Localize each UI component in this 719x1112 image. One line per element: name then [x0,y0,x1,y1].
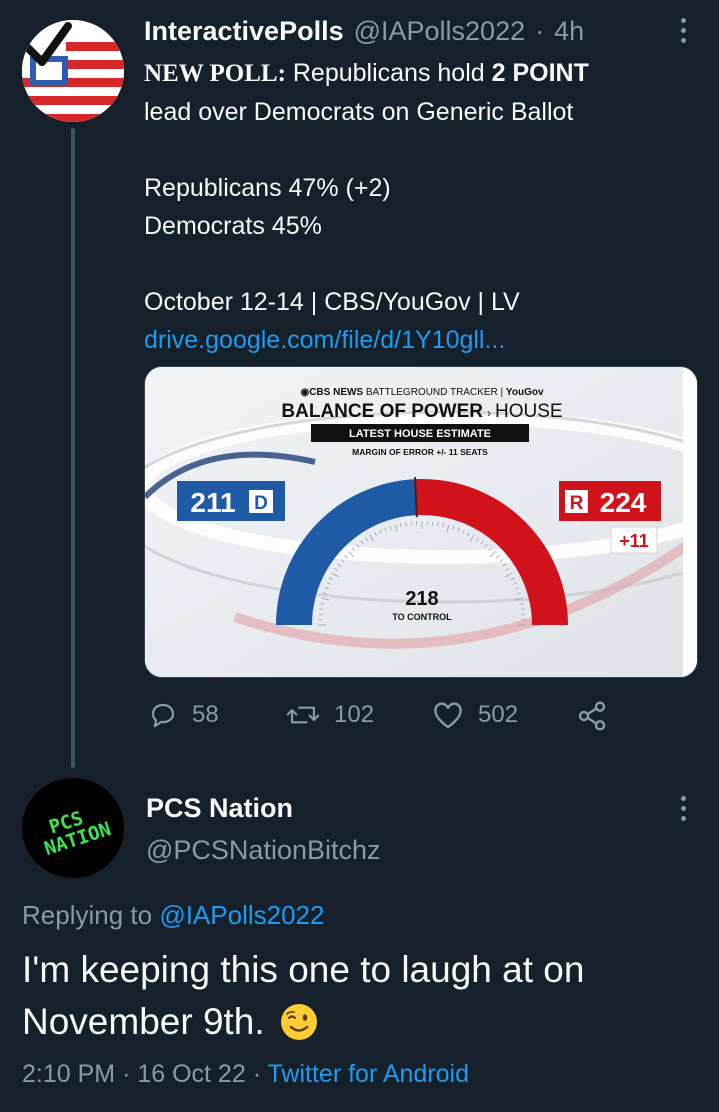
heart-icon [434,702,462,729]
control-label: TO CONTROL [392,612,452,622]
replying-label: Replying to [22,900,160,930]
tweet-line-2: lead over Democrats on Generic Ballot [144,98,574,126]
retweet-count: 102 [334,701,375,728]
dem-seats: 211 [190,487,235,518]
reply-line-1: I'm keeping this one to laugh at on [22,949,585,990]
more-icon[interactable] [676,18,690,43]
author-name[interactable]: InteractivePolls [144,16,344,47]
retweet-icon [286,706,320,724]
reply-icon [151,703,175,728]
tweet-line-5: October 12-14 | CBS/YouGov | LV [144,288,520,316]
tweet-line-1: NEW POLL: Republicans hold 2 POINT [144,54,704,93]
like-button[interactable]: 502 [432,700,518,730]
balance-of-power-graphic: ◉CBS NEWS BATTLEGROUND TRACKER | YouGov … [145,367,697,677]
tweet-text: NEW POLL: Republicans hold 2 POINT lead … [144,54,704,359]
graphic-title: BALANCE OF POWER › HOUSE [281,401,562,422]
poll-mid: Republicans hold [285,59,492,87]
reply-time[interactable]: 2:10 PM [22,1060,115,1088]
separator: · [535,16,545,46]
reply-handle-text[interactable]: @PCSNationBitchz [146,835,381,865]
reply-meta: 2:10 PM · 16 Oct 22 · Twitter for Androi… [22,1060,469,1089]
author-handle[interactable]: @IAPolls2022 [354,16,526,47]
more-icon[interactable] [676,796,690,821]
reply-line-2-text: November 9th. [22,1001,265,1042]
tweet-image[interactable]: ◉CBS NEWS BATTLEGROUND TRACKER | YouGov … [144,366,698,678]
replying-handle[interactable]: @IAPolls2022 [159,900,324,930]
author-avatar[interactable] [22,20,124,122]
like-count: 502 [478,701,519,728]
rep-change: +11 [619,531,649,551]
reply-date[interactable]: 16 Oct 22 [137,1060,245,1088]
reply-line-2: November 9th. [22,996,584,1048]
banner-text: LATEST HOUSE ESTIMATE [349,428,491,440]
pcs-nation-logo: PCS NATION [22,778,124,878]
brand-line: ◉CBS NEWS BATTLEGROUND TRACKER | YouGov [300,387,543,398]
retweet-button[interactable]: 102 [286,700,374,730]
poll-bold: 2 POINT [491,59,589,87]
reply-author-avatar[interactable]: PCS NATION [22,778,124,878]
reply-author-handle[interactable]: @PCSNationBitchz [146,835,381,866]
margin-text: MARGIN OF ERROR +/- 11 SEATS [352,447,488,457]
separator: · [252,1060,262,1088]
replying-to: Replying to @IAPolls2022 [22,900,324,931]
poll-lead: NEW POLL: [144,60,286,87]
interactivepolls-logo [22,20,124,122]
reply-count: 58 [192,701,219,728]
reply-author-name[interactable]: PCS Nation [146,793,293,824]
rep-seats: 224 [600,487,647,518]
tweet-age[interactable]: 4h [554,16,584,47]
tweet-header: InteractivePolls @IAPolls2022 · 4h [144,16,584,50]
tweet-line-4: Democrats 45% [144,212,322,240]
thread-connector [71,128,75,768]
reply-text: I'm keeping this one to laugh at on Nove… [22,944,584,1048]
share-icon [578,701,606,731]
reply-name-text[interactable]: PCS Nation [146,793,293,823]
wink-emoji [280,1004,317,1040]
dem-letter: D [254,493,268,514]
reply-button[interactable]: 58 [148,700,219,730]
share-button[interactable] [576,700,608,732]
control-number: 218 [405,588,438,610]
reply-client[interactable]: Twitter for Android [268,1060,469,1088]
tweet-link[interactable]: drive.google.com/file/d/1Y10gll... [144,321,704,359]
rep-letter: R [570,493,584,514]
tweet-line-3: Republicans 47% (+2) [144,174,391,202]
separator: · [122,1060,131,1088]
